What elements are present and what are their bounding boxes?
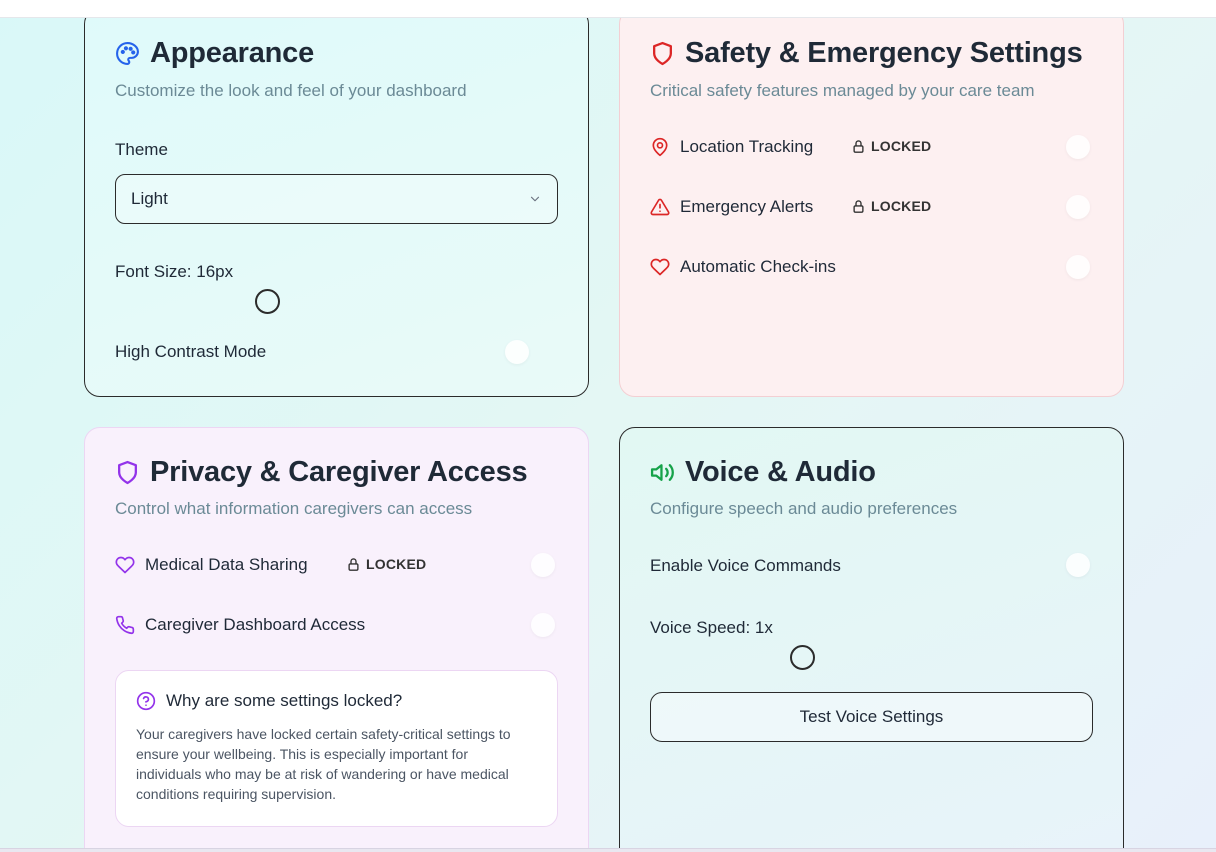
voice-commands-toggle[interactable] <box>1066 553 1090 577</box>
locked-info-box: Why are some settings locked? Your careg… <box>115 670 558 827</box>
top-bar <box>0 0 1216 18</box>
shield-icon <box>115 460 140 485</box>
safety-title: Safety & Emergency Settings <box>685 37 1083 69</box>
medical-data-sharing-label: Medical Data Sharing <box>145 555 308 574</box>
phone-icon <box>115 615 135 635</box>
voice-subtitle: Configure speech and audio preferences <box>650 499 958 518</box>
bottom-bar <box>0 848 1216 852</box>
chevron-down-icon <box>528 192 542 206</box>
test-voice-settings-button[interactable]: Test Voice Settings <box>650 692 1093 742</box>
high-contrast-label: High Contrast Mode <box>115 342 267 361</box>
safety-card: Safety & Emergency Settings Critical saf… <box>619 8 1124 397</box>
voice-card: Voice & Audio Configure speech and audio… <box>619 427 1124 852</box>
automatic-checkins-toggle[interactable] <box>1066 255 1090 279</box>
automatic-checkins-label: Automatic Check-ins <box>680 257 836 276</box>
high-contrast-toggle[interactable] <box>505 340 529 364</box>
location-tracking-label: Location Tracking <box>680 137 814 156</box>
emergency-alerts-row: Emergency Alerts <box>650 197 813 217</box>
locked-text: LOCKED <box>871 138 932 154</box>
medical-data-sharing-row: Medical Data Sharing <box>115 555 308 575</box>
medical-data-sharing-toggle[interactable] <box>531 553 555 577</box>
font-size-label: Font Size: 16px <box>115 262 234 281</box>
locked-info-header: Why are some settings locked? <box>136 691 537 711</box>
appearance-header: Appearance <box>115 37 314 70</box>
lock-icon <box>346 557 361 572</box>
map-pin-icon <box>650 137 670 157</box>
medical-data-locked-badge: LOCKED <box>346 556 426 572</box>
location-tracking-row: Location Tracking <box>650 137 813 157</box>
emergency-alerts-label: Emergency Alerts <box>680 197 814 216</box>
voice-speed-slider-thumb[interactable] <box>790 645 815 670</box>
appearance-card: Appearance Customize the look and feel o… <box>84 8 589 397</box>
locked-text: LOCKED <box>366 556 427 572</box>
privacy-title: Privacy & Caregiver Access <box>150 456 528 488</box>
locked-info-title: Why are some settings locked? <box>166 691 403 710</box>
caregiver-dashboard-label: Caregiver Dashboard Access <box>145 615 366 634</box>
lock-icon <box>851 139 866 154</box>
automatic-checkins-row: Automatic Check-ins <box>650 257 836 277</box>
locked-text: LOCKED <box>871 198 932 214</box>
emergency-alerts-toggle[interactable] <box>1066 195 1090 219</box>
shield-icon <box>650 41 675 66</box>
privacy-header: Privacy & Caregiver Access <box>115 456 528 489</box>
emergency-alerts-locked-badge: LOCKED <box>851 198 931 214</box>
heart-icon <box>115 555 135 575</box>
caregiver-dashboard-toggle[interactable] <box>531 613 555 637</box>
appearance-title: Appearance <box>150 37 315 69</box>
privacy-card: Privacy & Caregiver Access Control what … <box>84 427 589 852</box>
privacy-subtitle: Control what information caregivers can … <box>115 499 473 518</box>
voice-header: Voice & Audio <box>650 456 876 489</box>
voice-commands-label: Enable Voice Commands <box>650 556 841 575</box>
location-tracking-locked-badge: LOCKED <box>851 138 931 154</box>
location-tracking-toggle[interactable] <box>1066 135 1090 159</box>
volume-icon <box>650 460 675 485</box>
locked-info-body: Your caregivers have locked certain safe… <box>136 726 511 802</box>
safety-subtitle: Critical safety features managed by your… <box>650 81 1035 100</box>
appearance-subtitle: Customize the look and feel of your dash… <box>115 81 467 100</box>
caregiver-dashboard-row: Caregiver Dashboard Access <box>115 615 365 635</box>
theme-label: Theme <box>115 140 168 159</box>
palette-icon <box>115 41 140 66</box>
alert-triangle-icon <box>650 197 670 217</box>
voice-title: Voice & Audio <box>685 456 876 488</box>
theme-select-value: Light <box>131 189 168 208</box>
help-circle-icon <box>136 691 156 711</box>
theme-select[interactable]: Light <box>115 174 558 224</box>
safety-header: Safety & Emergency Settings <box>650 37 1083 70</box>
voice-speed-label: Voice Speed: 1x <box>650 618 773 637</box>
lock-icon <box>851 199 866 214</box>
font-size-slider-thumb[interactable] <box>255 289 280 314</box>
heart-icon <box>650 257 670 277</box>
